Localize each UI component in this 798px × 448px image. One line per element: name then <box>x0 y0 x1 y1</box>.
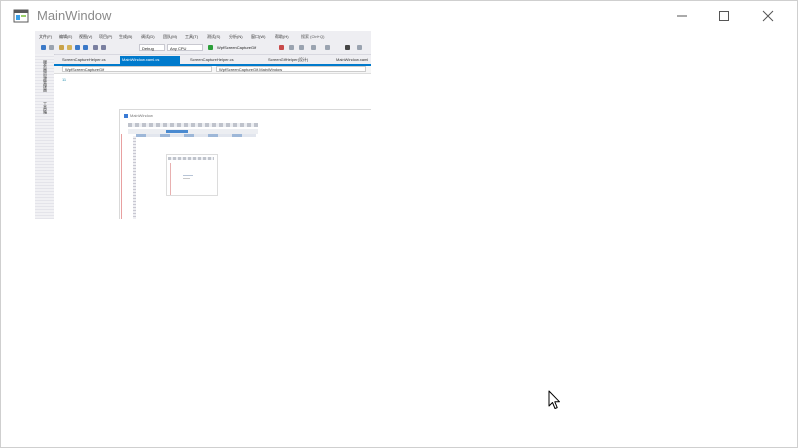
captured-doc-tab-active: MainWindow.xaml.cs <box>120 56 180 64</box>
nested-captured-window: MainWindow <box>119 109 371 219</box>
window-title: MainWindow <box>37 8 112 23</box>
toolbar-icon <box>325 45 330 50</box>
toolbar-icon <box>311 45 316 50</box>
captured-menu-item: 调试(D) <box>141 34 155 39</box>
title-bar[interactable]: MainWindow <box>1 1 797 31</box>
captured-screenshot: 文件(F) 编辑(E) 视图(V) 项目(P) 生成(B) 调试(D) 团队(M… <box>35 31 371 219</box>
start-icon <box>208 45 213 50</box>
server-explorer-label: 服务器资源管理器 <box>43 60 48 92</box>
captured-toolbar: Debug Any CPU WpfScreenCaptureGif <box>35 42 371 55</box>
captured-navigation-bar: WpfScreenCaptureGif WpfScreenCaptureGif.… <box>54 66 371 74</box>
forward-icon <box>49 45 54 50</box>
captured-doc-tab: ScreenGifHelper(设计) <box>268 57 309 62</box>
app-window-icon <box>13 9 29 23</box>
captured-menu-item: 团队(M) <box>163 34 177 39</box>
captured-menu-bar: 文件(F) 编辑(E) 视图(V) 项目(P) 生成(B) 调试(D) 团队(M… <box>35 31 371 42</box>
minimize-icon <box>677 15 687 17</box>
captured-menu-item: 分析(N) <box>229 34 243 39</box>
mouse-pointer-icon <box>548 390 560 409</box>
config-dropdown: Debug <box>139 44 165 51</box>
toolbar-icon <box>357 45 362 50</box>
save-all-icon <box>83 45 88 50</box>
back-icon <box>41 45 46 50</box>
captured-menu-item: 编辑(E) <box>59 34 73 39</box>
captured-doc-tab: MainWindow.xaml <box>336 57 369 62</box>
captured-side-panel: 服务器资源管理器 工具箱 <box>35 54 55 219</box>
nested-inner-code-line <box>183 178 190 179</box>
close-button[interactable] <box>745 1 791 31</box>
captured-menu-item: 帮助(H) <box>275 34 289 39</box>
save-icon <box>75 45 80 50</box>
captured-menu-item: 文件(F) <box>39 34 53 39</box>
toolbar-icon <box>279 45 284 50</box>
nested-inner-toolbar <box>168 157 214 160</box>
nested-side-panel <box>133 136 136 219</box>
captured-menu-item: 窗口(W) <box>251 34 266 39</box>
captured-doc-tab: ScreenCaptureHelper.cs <box>62 57 106 62</box>
start-target-label: WpfScreenCaptureGif <box>217 45 257 50</box>
main-window: MainWindow 文件(F) 编辑(E) 视图(V) 项目(P) 生成(B)… <box>0 0 798 448</box>
captured-doc-tabs: ScreenCaptureHelper.cs MainWindow.xaml.c… <box>54 55 371 64</box>
captured-menu-item: 生成(B) <box>119 34 133 39</box>
captured-menu-item: 工具(T) <box>185 34 199 39</box>
minimize-button[interactable] <box>659 1 705 31</box>
line-number: 11 <box>62 77 67 82</box>
nested-doc-tabs <box>136 134 256 137</box>
captured-doc-tab: ScreenCaptureHelper.cs <box>190 57 234 62</box>
toolbox-label: 工具箱 <box>43 102 48 114</box>
toolbar-icon <box>299 45 304 50</box>
class-dropdown: WpfScreenCaptureGif.MainWindow <box>216 66 366 72</box>
nested-border-line <box>121 134 122 219</box>
toolbar-icon <box>289 45 294 50</box>
captured-menu-item: 视图(V) <box>79 34 93 39</box>
redo-icon <box>101 45 106 50</box>
open-icon <box>67 45 72 50</box>
close-icon <box>762 10 774 22</box>
nested-menu-bar <box>128 123 258 127</box>
nested-inner-border <box>170 163 171 195</box>
nested-active-tab <box>166 130 188 133</box>
toolbar-icon <box>345 45 350 50</box>
project-dropdown: WpfScreenCaptureGif <box>62 66 212 72</box>
nested-window-title: MainWindow <box>130 113 153 118</box>
undo-icon <box>93 45 98 50</box>
nested-app-icon <box>124 114 128 118</box>
maximize-icon <box>719 11 729 21</box>
captured-search-box: 搜索 (Ctrl+Q) <box>301 34 325 39</box>
captured-menu-item: 测试(S) <box>207 34 221 39</box>
platform-dropdown: Any CPU <box>167 44 203 51</box>
maximize-button[interactable] <box>701 1 747 31</box>
nested-inner-window <box>166 154 218 196</box>
new-project-icon <box>59 45 64 50</box>
nested-inner-code-line <box>183 175 193 176</box>
captured-menu-item: 项目(P) <box>99 34 113 39</box>
